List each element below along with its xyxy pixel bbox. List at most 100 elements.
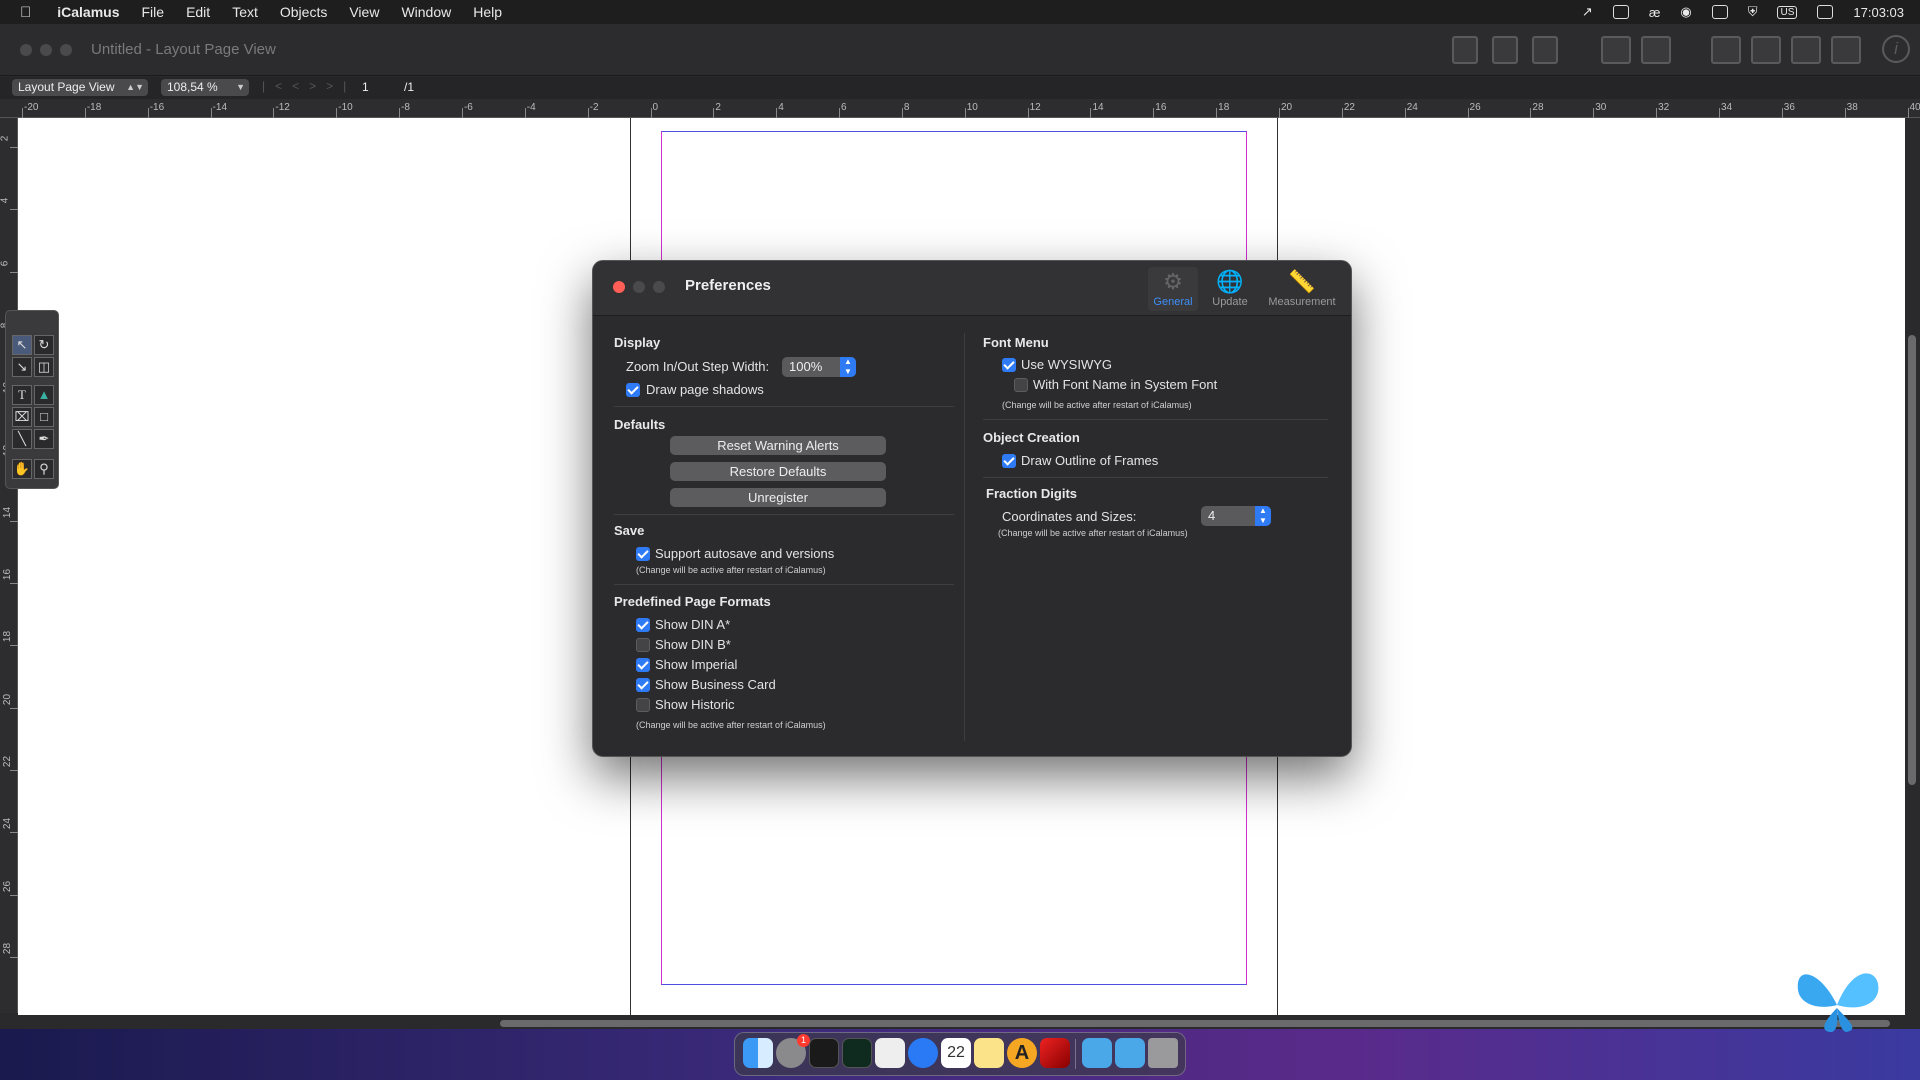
keyboard-layout[interactable]: US	[1777, 5, 1798, 19]
reset-warning-alerts-button[interactable]: Reset Warning Alerts	[670, 436, 886, 455]
ruler-icon: 📏	[1288, 269, 1316, 294]
window-close-button[interactable]	[20, 44, 32, 56]
frame-back-icon[interactable]	[1641, 36, 1671, 64]
page-number-field[interactable]: 1	[362, 80, 369, 94]
updown-icon: ▲▼	[1255, 506, 1271, 526]
line-tool-icon[interactable]: ╲	[12, 429, 32, 449]
show-historic-checkbox[interactable]	[636, 698, 650, 712]
textedit-icon[interactable]	[875, 1038, 905, 1068]
dialog-zoom-button[interactable]	[653, 281, 665, 293]
trash-icon[interactable]	[1148, 1038, 1178, 1068]
menu-edit[interactable]: Edit	[186, 4, 210, 20]
show-imperial-checkbox[interactable]	[636, 658, 650, 672]
pin-icon[interactable]: ↗	[1582, 4, 1593, 20]
show-din-b-checkbox[interactable]	[636, 638, 650, 652]
downloads-folder-icon[interactable]	[1082, 1038, 1112, 1068]
menu-text[interactable]: Text	[232, 4, 258, 20]
ruler-tick	[1907, 108, 1909, 118]
draw-outline-checkbox[interactable]	[1002, 454, 1016, 468]
arrange-forward-icon[interactable]	[1711, 36, 1741, 64]
updown-icon: ▲▼	[840, 357, 856, 377]
pointer-tool-icon[interactable]: ↖	[12, 335, 32, 355]
rotate-tool-icon[interactable]: ↻	[34, 335, 54, 355]
show-din-a-checkbox[interactable]	[636, 618, 650, 632]
image-tool-icon[interactable]: ▲	[34, 385, 54, 405]
gamepad-icon[interactable]: ◉	[1680, 4, 1691, 20]
vertical-scroll-thumb[interactable]	[1908, 335, 1916, 785]
divider	[614, 584, 954, 585]
coords-sizes-select[interactable]: 4 ▲ ▼	[1201, 506, 1271, 526]
draw-shadows-checkbox[interactable]	[626, 383, 640, 397]
info-icon[interactable]: i	[1882, 35, 1910, 63]
autosave-checkbox[interactable]	[636, 547, 650, 561]
hand-tool-icon[interactable]: ✋	[12, 459, 32, 479]
menu-help[interactable]: Help	[473, 4, 502, 20]
pen-tool-icon[interactable]: ✒	[34, 429, 54, 449]
notes-icon[interactable]	[974, 1038, 1004, 1068]
ae-icon[interactable]: æ	[1649, 5, 1661, 20]
use-wysiwyg-checkbox[interactable]	[1002, 358, 1016, 372]
ruler-tick	[461, 108, 463, 118]
system-settings-icon[interactable]: 1	[776, 1034, 810, 1068]
page-margin-guide	[661, 755, 1247, 985]
menu-clock[interactable]: 17:03:03	[1853, 5, 1904, 20]
display-icon[interactable]	[1711, 5, 1728, 19]
toggle-icon[interactable]	[1612, 5, 1629, 19]
unregister-button[interactable]: Unregister	[670, 488, 886, 507]
window-zoom-button[interactable]	[60, 44, 72, 56]
rectangle-tool-icon[interactable]: □	[34, 407, 54, 427]
dialog-close-button[interactable]	[613, 281, 625, 293]
dialog-minimize-button[interactable]	[633, 281, 645, 293]
arrange-backward-icon[interactable]	[1751, 36, 1781, 64]
menu-window[interactable]: Window	[401, 4, 451, 20]
pen-app-icon[interactable]	[1040, 1038, 1070, 1068]
frame-tool-icon[interactable]: ⌧	[12, 407, 32, 427]
coords-sizes-value: 4	[1208, 508, 1216, 523]
frame-front-icon[interactable]	[1601, 36, 1631, 64]
ruler-label: -16	[149, 102, 165, 113]
restore-defaults-button[interactable]: Restore Defaults	[670, 462, 886, 481]
safari-icon[interactable]	[908, 1038, 938, 1068]
show-din-a-label: Show DIN A*	[655, 617, 731, 632]
page-icon[interactable]	[1532, 36, 1558, 64]
shield-icon[interactable]: ⛨	[1748, 4, 1758, 20]
show-business-card-checkbox[interactable]	[636, 678, 650, 692]
updown-icon: ▲▼	[126, 82, 144, 92]
text-tool-icon[interactable]: T	[12, 385, 32, 405]
zoom-tool-icon[interactable]: ⚲	[34, 459, 54, 479]
menu-view[interactable]: View	[349, 4, 379, 20]
menu-file[interactable]: File	[142, 4, 165, 20]
zoom-step-select[interactable]: 100% ▲ ▼	[782, 357, 856, 377]
calendar-icon[interactable]: 22	[941, 1038, 971, 1068]
finder-icon[interactable]	[743, 1038, 773, 1068]
resize-tool-icon[interactable]: ↘	[12, 357, 32, 377]
tab-measurement[interactable]: 📏 Measurement	[1264, 267, 1340, 308]
menu-app-name[interactable]: iCalamus	[57, 4, 119, 20]
page-navigation-icons[interactable]: |<<>>|	[262, 79, 356, 93]
view-mode-select[interactable]: Layout Page View ▲▼	[12, 79, 148, 96]
ruler-tick	[147, 108, 149, 118]
terminal-icon[interactable]	[809, 1038, 839, 1068]
tab-general[interactable]: ⚙ General	[1148, 267, 1198, 311]
ruler-label: 18	[1218, 102, 1230, 113]
icalamus-icon[interactable]: A	[1007, 1038, 1037, 1068]
crop-tool-icon[interactable]: ◫	[34, 357, 54, 377]
ruler-tick	[1530, 108, 1532, 118]
bring-to-front-icon[interactable]	[1791, 36, 1821, 64]
zoom-select[interactable]: 108,54 % ▼	[161, 79, 249, 96]
tab-update[interactable]: 🌐 Update	[1205, 267, 1255, 308]
applications-folder-icon[interactable]	[1115, 1038, 1145, 1068]
apple-icon[interactable]: 	[20, 4, 31, 21]
menu-objects[interactable]: Objects	[280, 4, 327, 20]
grid-icon[interactable]	[1452, 36, 1478, 64]
system-font-checkbox[interactable]	[1014, 378, 1028, 392]
control-center-icon[interactable]	[1817, 5, 1834, 19]
send-to-back-icon[interactable]	[1831, 36, 1861, 64]
ruler-label: 0	[652, 102, 659, 113]
ruler-label: -20	[24, 102, 39, 113]
activity-monitor-icon[interactable]	[842, 1038, 872, 1068]
window-minimize-button[interactable]	[40, 44, 52, 56]
system-font-label: With Font Name in System Font	[1033, 377, 1218, 392]
page-layout-icon[interactable]	[1492, 36, 1518, 64]
horizontal-scroll-thumb[interactable]	[500, 1020, 1890, 1027]
